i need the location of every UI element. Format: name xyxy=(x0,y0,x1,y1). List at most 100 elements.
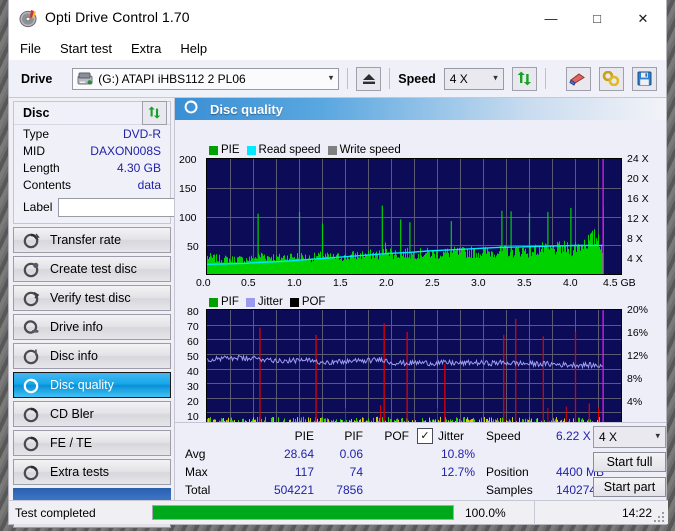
menu-item-start-test[interactable]: Start test xyxy=(60,41,112,56)
stats-avg-pif: 0.06 xyxy=(339,447,363,461)
disc-quality-icon xyxy=(184,99,199,119)
stats-position-label: Position xyxy=(486,465,529,479)
drive-select[interactable]: (G:) ATAPI iHBS112 2 PL06 ▾ xyxy=(72,67,340,90)
maximize-button[interactable]: □ xyxy=(574,0,620,37)
progress-bar xyxy=(152,505,454,520)
close-button[interactable]: ✕ xyxy=(620,0,666,37)
eject-button[interactable] xyxy=(356,66,382,91)
disc-test-icon xyxy=(23,348,40,365)
disc-info-panel: Disc Type DVD-R MID DAXON008S Length 4.3… xyxy=(13,101,231,224)
menu-item-extra[interactable]: Extra xyxy=(131,41,161,56)
stats-col-pie: PIE xyxy=(294,429,314,443)
sidebar-item-disc-info[interactable]: Disc info xyxy=(13,343,171,369)
toolbar-divider-2 xyxy=(389,68,391,89)
disc-test-icon xyxy=(23,261,40,278)
menu-item-help[interactable]: Help xyxy=(180,41,207,56)
eraser-button[interactable] xyxy=(565,66,591,91)
stats-max-jitter: 12.7% xyxy=(440,465,475,479)
pie-y2tick-4x: 4 X xyxy=(627,253,643,265)
toolbar-divider-3 xyxy=(544,68,546,89)
menu-item-file[interactable]: File xyxy=(20,41,41,56)
legend-swatch-jitter xyxy=(245,297,255,307)
sidebar-item-disc-quality[interactable]: Disc quality xyxy=(13,372,171,398)
legend-swatch-pof xyxy=(289,297,299,307)
sidebar-item-cd-bler[interactable]: CD Bler xyxy=(13,401,171,427)
start-part-button[interactable]: Start part xyxy=(593,477,666,497)
main-body: Disc Type DVD-R MID DAXON008S Length 4.3… xyxy=(9,98,666,528)
speed-label: Speed xyxy=(398,71,436,86)
save-button[interactable] xyxy=(631,66,657,91)
disc-length-value: 4.30 GB xyxy=(116,160,161,175)
pie-plot-area xyxy=(206,158,622,275)
legend-item-pif: PIF xyxy=(209,296,239,308)
sidebar-item-label: Drive info xyxy=(50,320,103,334)
disc-row-length: Length 4.30 GB xyxy=(14,159,170,176)
jitter-check-glyph: ✓ xyxy=(420,429,430,442)
legend-label-write-speed: Write speed xyxy=(339,144,401,156)
start-part-label: Start part xyxy=(603,480,656,494)
disc-mid-label: MID xyxy=(23,143,45,158)
disc-row-contents: Contents data xyxy=(14,176,170,193)
pie-y2tick-24x: 24 X xyxy=(627,153,649,165)
disc-contents-label: Contents xyxy=(23,177,72,192)
content-area: Disc quality PIE Read speed Write speed xyxy=(174,98,666,501)
disc-refresh-button[interactable] xyxy=(142,101,167,125)
disc-test-icon xyxy=(23,290,40,307)
tools-icon xyxy=(602,71,620,86)
chevron-down-icon: ▾ xyxy=(493,71,498,82)
status-bar: Test completed 100.0% 14:22 xyxy=(9,500,668,525)
stats-row-label-max: Max xyxy=(185,465,208,479)
toolbar-divider xyxy=(347,68,349,89)
pie-xtick-2: 1.0 xyxy=(287,277,302,289)
legend-item-pof: POF xyxy=(289,296,325,308)
legend-swatch-pif xyxy=(209,297,218,307)
disc-type-label: Type xyxy=(23,126,50,141)
sidebar-item-label: Transfer rate xyxy=(50,233,122,247)
pif-ytick-20: 20 xyxy=(187,396,199,408)
pif-ytick-50: 50 xyxy=(187,351,199,363)
sidebar-item-label: Verify test disc xyxy=(50,291,131,305)
sidebar-item-verify-test-disc[interactable]: Verify test disc xyxy=(13,285,171,311)
disc-length-label: Length xyxy=(23,160,60,175)
pie-ytick-200: 200 xyxy=(179,154,197,166)
statistics-panel: PIE PIF POF ✓ Jitter Avg Max Total 28.64… xyxy=(175,422,666,501)
status-text: Test completed xyxy=(15,505,96,520)
sidebar-item-transfer-rate[interactable]: Transfer rate xyxy=(13,227,171,253)
disc-test-icon xyxy=(23,406,40,423)
pie-xtick-3: 1.5 xyxy=(333,277,348,289)
stats-row-label-total: Total xyxy=(185,483,211,497)
legend-item-read-speed: Read speed xyxy=(246,144,321,156)
minimize-button[interactable]: — xyxy=(528,0,574,37)
refresh-button[interactable] xyxy=(511,66,537,91)
sidebar-item-extra-tests[interactable]: Extra tests xyxy=(13,459,171,485)
pif-y2tick-12: 12% xyxy=(627,350,649,362)
pie-ytick-150: 150 xyxy=(179,183,197,195)
sidebar-item-create-test-disc[interactable]: Create test disc xyxy=(13,256,171,282)
disc-panel-header: Disc xyxy=(14,101,170,125)
tools-button[interactable] xyxy=(598,66,624,91)
pie-y2tick-12x: 12 X xyxy=(627,213,649,225)
refresh-icon xyxy=(517,71,531,85)
test-speed-select[interactable]: 4 X ▾ xyxy=(593,426,666,448)
start-full-label: Start full xyxy=(606,455,653,469)
legend-swatch-write-speed xyxy=(327,145,337,155)
disc-type-value: DVD-R xyxy=(123,126,161,141)
drive-toolbar: Drive (G:) ATAPI iHBS112 2 PL06 ▾ Speed xyxy=(9,60,666,98)
jitter-checkbox[interactable]: ✓ xyxy=(417,428,433,444)
speed-select[interactable]: 4 X ▾ xyxy=(443,67,504,90)
eject-icon xyxy=(362,73,375,84)
test-speed-value: 4 X xyxy=(599,430,618,444)
sidebar-item-fe-te[interactable]: FE / TE xyxy=(13,430,171,456)
stats-total-pif: 7856 xyxy=(336,483,363,497)
pif-ytick-40: 40 xyxy=(187,366,199,378)
drive-label: Drive xyxy=(21,71,53,86)
sidebar-item-label: CD Bler xyxy=(50,407,94,421)
legend-label-pif: PIF xyxy=(221,296,239,308)
resize-grip-icon[interactable] xyxy=(654,510,665,522)
disc-test-icon xyxy=(23,319,40,336)
stats-row-label-avg: Avg xyxy=(185,447,206,461)
legend-label-jitter: Jitter xyxy=(257,296,283,308)
start-full-button[interactable]: Start full xyxy=(593,452,666,472)
sidebar-item-drive-info[interactable]: Drive info xyxy=(13,314,171,340)
sidebar-item-label: Disc quality xyxy=(50,378,114,392)
